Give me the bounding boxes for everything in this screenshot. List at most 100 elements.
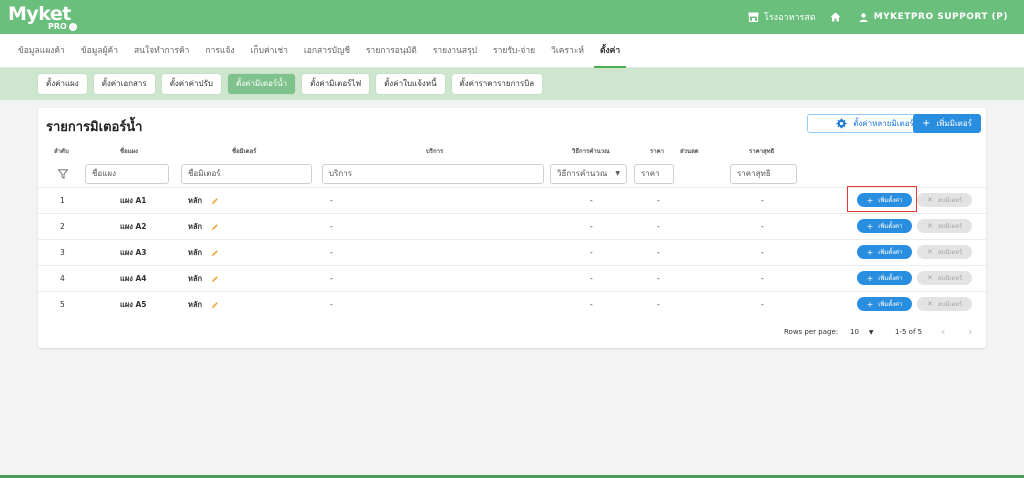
filter-icon[interactable] xyxy=(58,169,68,179)
row-price: - xyxy=(657,300,660,309)
nav-tab-accounting-docs[interactable]: เอกสารบัญชี xyxy=(296,34,358,68)
subtab-stall-settings[interactable]: ตั้งค่าแผง xyxy=(38,74,87,94)
row-stall: แผง A2 xyxy=(120,222,147,231)
row-meter: หลัก xyxy=(188,274,203,283)
row-meter: หลัก xyxy=(188,222,203,231)
delete-meter-label: ลบมิเตอร์ xyxy=(937,197,963,204)
row-index: 1 xyxy=(60,196,65,205)
row-method: - xyxy=(590,248,593,257)
row-net: - xyxy=(761,222,764,231)
delete-meter-label: ลบมิเตอร์ xyxy=(937,223,963,230)
gear-icon xyxy=(836,118,847,129)
user-icon xyxy=(859,12,868,22)
col-header-stall: ชื่อแผง xyxy=(120,148,138,155)
add-meter-button[interactable]: + เพิ่มมิเตอร์ xyxy=(913,114,981,133)
page-title: รายการมิเตอร์น้ำ xyxy=(46,120,143,135)
col-header-price: ราคา xyxy=(650,148,664,155)
row-net: - xyxy=(761,196,764,205)
chevron-right-icon[interactable]: › xyxy=(968,325,972,338)
table-row: 5 แผง A5 หลัก - - - - + เพิ่มตั้งค่า ✕ ลบม… xyxy=(38,291,986,317)
subtab-fine-settings[interactable]: ตั้งค่าค่าปรับ xyxy=(161,74,221,94)
row-price: - xyxy=(657,274,660,283)
row-method: - xyxy=(590,274,593,283)
add-setting-label: เพิ่มตั้งค่า xyxy=(878,301,903,308)
net-price-filter[interactable]: ราคาสุทธิ xyxy=(730,164,797,184)
row-stall: แผง A5 xyxy=(120,300,147,309)
edit-pencil-icon[interactable] xyxy=(211,275,219,283)
col-header-net: ราคาสุทธิ xyxy=(749,148,775,155)
edit-pencil-icon[interactable] xyxy=(211,197,219,205)
subtab-electric-meter-settings[interactable]: ตั้งค่ามิเตอร์ไฟ xyxy=(302,74,370,94)
nav-tab-analysis[interactable]: วิเคราะห์ xyxy=(543,34,592,68)
subtab-bill-price-settings[interactable]: ตั้งค่าราคารายการบิล xyxy=(451,74,543,94)
meter-name-filter[interactable]: ชื่อมิเตอร์ xyxy=(181,164,312,184)
nav-tab-merchants[interactable]: ข้อมูลผู้ค้า xyxy=(73,34,126,68)
chevron-down-icon: ▼ xyxy=(868,328,874,336)
nav-tab-approvals[interactable]: รายการอนุมัติ xyxy=(358,34,425,68)
row-stall: แผง A1 xyxy=(120,196,147,205)
rows-per-page-value: 10 xyxy=(850,328,859,336)
delete-meter-button: ✕ ลบมิเตอร์ xyxy=(917,271,972,285)
nav-tab-interested[interactable]: สนใจทำการค้า xyxy=(126,34,197,68)
nav-tab-settings[interactable]: ตั้งค่า xyxy=(592,34,628,68)
add-setting-button[interactable]: + เพิ่มตั้งค่า xyxy=(857,245,912,259)
row-service: - xyxy=(330,196,333,205)
rows-per-page-select[interactable]: 10 ▼ xyxy=(850,328,874,336)
plus-icon: + xyxy=(866,273,874,283)
row-stall: แผง A4 xyxy=(120,274,147,283)
row-service: - xyxy=(330,222,333,231)
page-range: 1-5 of 5 xyxy=(895,328,923,336)
nav-tab-income-expense[interactable]: รายรับ-จ่าย xyxy=(485,34,543,68)
add-meter-label: เพิ่มมิเตอร์ xyxy=(936,119,972,128)
multi-meter-settings-label: ตั้งค่าหลายมิเตอร์ xyxy=(853,119,914,128)
method-filter-select[interactable]: วิธีการคำนวณ ▼ xyxy=(550,164,627,184)
user-menu[interactable]: MYKETPRO SUPPORT (P) xyxy=(859,12,1008,22)
delete-meter-button: ✕ ลบมิเตอร์ xyxy=(917,219,972,233)
stall-name-filter[interactable]: ชื่อแผง xyxy=(85,164,169,184)
delete-meter-label: ลบมิเตอร์ xyxy=(937,275,963,282)
nav-tab-reports[interactable]: รายงานสรุป xyxy=(425,34,485,68)
add-setting-label: เพิ่มตั้งค่า xyxy=(878,275,903,282)
chevron-down-icon: ▼ xyxy=(615,170,620,177)
plus-icon: + xyxy=(866,299,874,309)
row-net: - xyxy=(761,248,764,257)
add-setting-button[interactable]: + เพิ่มตั้งค่า xyxy=(857,297,912,311)
brand-logo[interactable]: Myket PRO xyxy=(8,3,78,33)
row-service: - xyxy=(330,248,333,257)
col-header-service: บริการ xyxy=(426,148,444,155)
plus-icon: + xyxy=(866,221,874,231)
edit-pencil-icon[interactable] xyxy=(211,301,219,309)
col-header-method: วิธีการคำนวณ xyxy=(572,148,610,155)
nav-tab-notifications[interactable]: การแจ้ง xyxy=(197,34,242,68)
home-icon[interactable] xyxy=(830,12,841,22)
service-filter[interactable]: บริการ xyxy=(322,164,544,184)
subtab-water-meter-settings[interactable]: ตั้งค่ามิเตอร์น้ำ xyxy=(227,74,296,94)
row-index: 5 xyxy=(60,300,65,309)
top-bar: Myket PRO โรงอาหารสด MYKETPRO SUPPORT (P… xyxy=(0,0,1024,34)
row-meter: หลัก xyxy=(188,196,203,205)
row-method: - xyxy=(590,222,593,231)
settings-sub-nav: ตั้งค่าแผง ตั้งค่าเอกสาร ตั้งค่าค่าปรับ … xyxy=(0,68,1024,100)
brand-dot xyxy=(69,23,77,31)
store-selector[interactable]: โรงอาหารสด xyxy=(748,10,816,24)
main-nav: ข้อมูลแผงค้า ข้อมูลผู้ค้า สนใจทำการค้า ก… xyxy=(0,34,1024,68)
add-setting-button[interactable]: + เพิ่มตั้งค่า xyxy=(857,219,912,233)
subtab-document-settings[interactable]: ตั้งค่าเอกสาร xyxy=(93,74,155,94)
delete-meter-button: ✕ ลบมิเตอร์ xyxy=(917,245,972,259)
delete-meter-button: ✕ ลบมิเตอร์ xyxy=(917,193,972,207)
nav-tab-rent-collection[interactable]: เก็บค่าเช่า xyxy=(243,34,296,68)
row-index: 3 xyxy=(60,248,65,257)
water-meter-card: รายการมิเตอร์น้ำ ตั้งค่าหลายมิเตอร์ + เพ… xyxy=(38,108,986,348)
subtab-invoice-settings[interactable]: ตั้งค่าใบแจ้งหนี้ xyxy=(376,74,445,94)
edit-pencil-icon[interactable] xyxy=(211,249,219,257)
row-index: 4 xyxy=(60,274,65,283)
add-setting-button[interactable]: + เพิ่มตั้งค่า xyxy=(857,271,912,285)
delete-meter-label: ลบมิเตอร์ xyxy=(937,249,963,256)
edit-pencil-icon[interactable] xyxy=(211,223,219,231)
nav-tab-stalls[interactable]: ข้อมูลแผงค้า xyxy=(10,34,73,68)
row-service: - xyxy=(330,300,333,309)
price-filter[interactable]: ราคา xyxy=(634,164,674,184)
row-index: 2 xyxy=(60,222,65,231)
row-price: - xyxy=(657,196,660,205)
chevron-left-icon[interactable]: ‹ xyxy=(941,325,945,338)
